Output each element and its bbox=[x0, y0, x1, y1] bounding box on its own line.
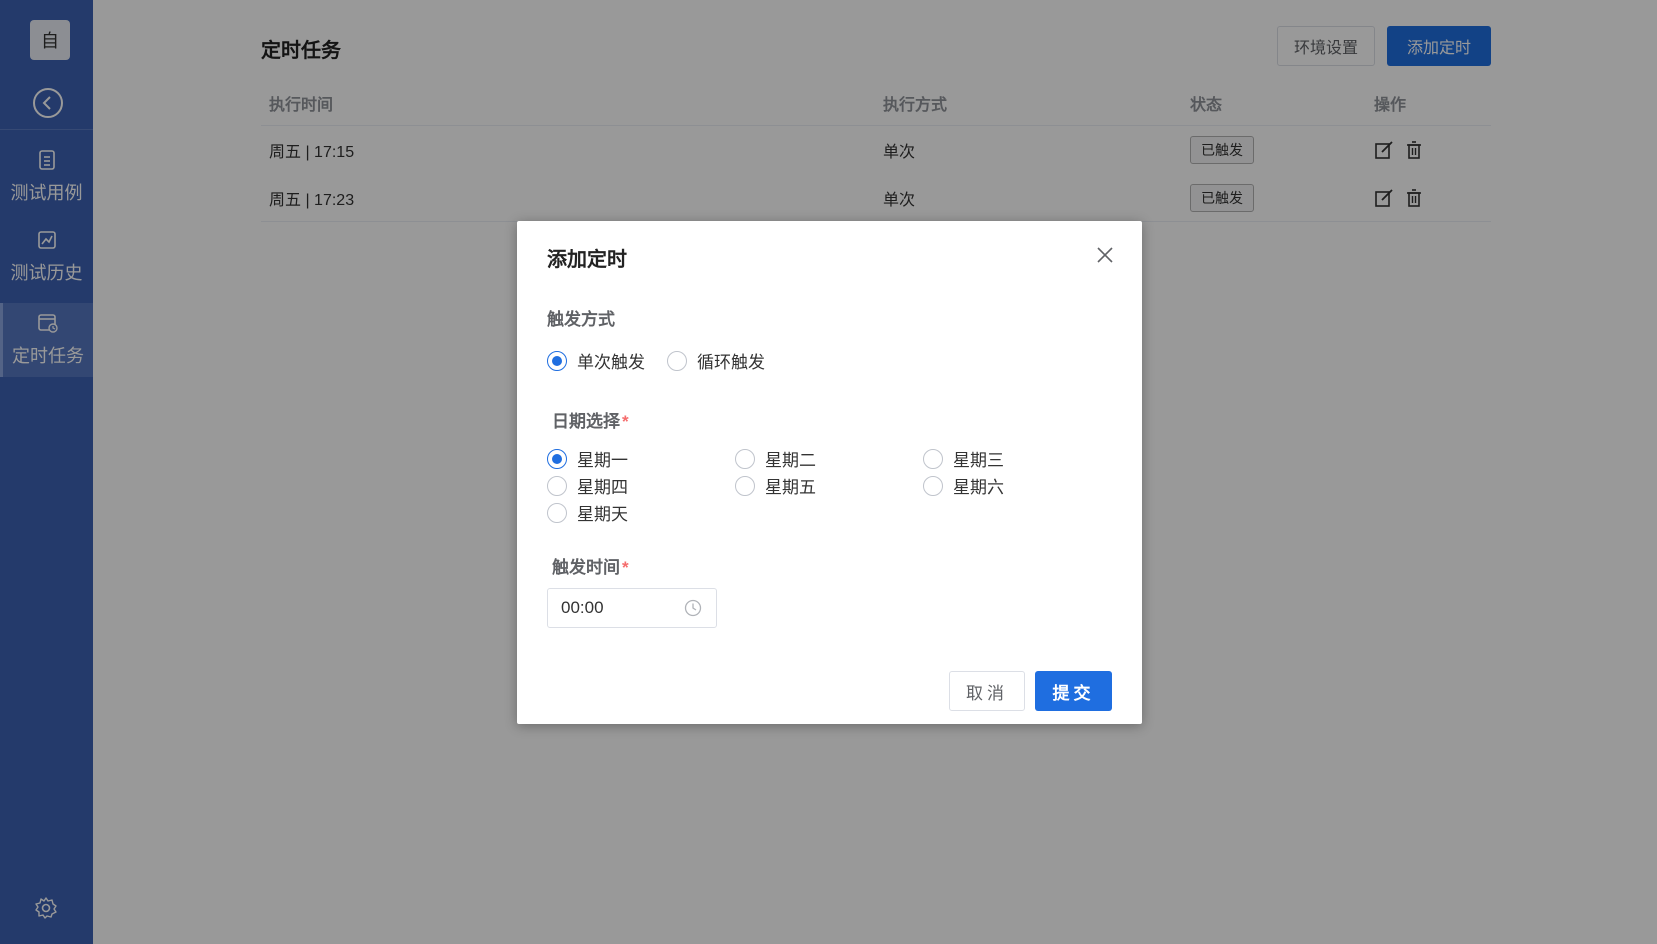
radio-label: 星期二 bbox=[765, 451, 816, 470]
radio-dot-checked bbox=[547, 350, 567, 371]
radio-label: 星期天 bbox=[577, 505, 628, 524]
radio-dot-checked bbox=[547, 448, 567, 469]
radio-day-wed[interactable]: 星期三 bbox=[923, 446, 1004, 471]
radio-dot bbox=[667, 350, 687, 371]
date-select-text: 日期选择 bbox=[552, 412, 620, 431]
time-picker-input[interactable]: 00:00 bbox=[547, 588, 717, 628]
radio-day-thu[interactable]: 星期四 bbox=[547, 473, 628, 498]
radio-loop-trigger[interactable]: 循环触发 bbox=[667, 348, 765, 373]
time-value: 00:00 bbox=[561, 598, 604, 617]
close-icon[interactable] bbox=[1095, 245, 1115, 265]
add-schedule-dialog: 添加定时 触发方式 单次触发 循环触发 日期选择 * 星期一 星期二 星期三 星期… bbox=[517, 221, 1142, 724]
submit-button[interactable]: 提交 bbox=[1035, 671, 1112, 711]
radio-day-mon[interactable]: 星期一 bbox=[547, 446, 628, 471]
trigger-time-label: 触发时间 * bbox=[552, 553, 629, 578]
radio-dot bbox=[923, 448, 943, 469]
radio-label: 星期三 bbox=[953, 451, 1004, 470]
radio-dot bbox=[923, 475, 943, 496]
radio-label: 星期五 bbox=[765, 478, 816, 497]
radio-dot bbox=[735, 475, 755, 496]
trigger-time-text: 触发时间 bbox=[552, 558, 620, 577]
radio-dot bbox=[547, 475, 567, 496]
radio-label: 星期六 bbox=[953, 478, 1004, 497]
radio-label: 单次触发 bbox=[577, 353, 645, 372]
radio-day-sat[interactable]: 星期六 bbox=[923, 473, 1004, 498]
trigger-mode-label: 触发方式 bbox=[547, 310, 615, 329]
radio-single-trigger[interactable]: 单次触发 bbox=[547, 348, 645, 373]
radio-day-fri[interactable]: 星期五 bbox=[735, 473, 816, 498]
radio-day-sun[interactable]: 星期天 bbox=[547, 500, 628, 525]
radio-dot bbox=[735, 448, 755, 469]
required-mark: * bbox=[622, 558, 629, 577]
radio-label: 星期四 bbox=[577, 478, 628, 497]
date-select-label: 日期选择 * bbox=[552, 407, 629, 432]
radio-dot bbox=[547, 502, 567, 523]
dialog-title: 添加定时 bbox=[547, 249, 627, 271]
cancel-button[interactable]: 取消 bbox=[949, 671, 1025, 711]
radio-label: 星期一 bbox=[577, 451, 628, 470]
radio-label: 循环触发 bbox=[697, 353, 765, 372]
required-mark: * bbox=[622, 412, 629, 431]
clock-icon bbox=[684, 599, 702, 617]
radio-day-tue[interactable]: 星期二 bbox=[735, 446, 816, 471]
